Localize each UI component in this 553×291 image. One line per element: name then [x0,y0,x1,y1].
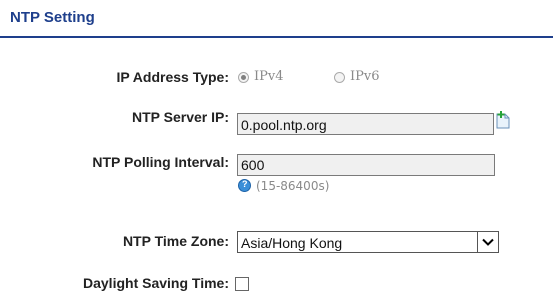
time-zone-value: Asia/Hong Kong [241,235,343,251]
add-document-icon[interactable] [494,111,512,129]
ntp-polling-interval-input[interactable]: 600 [237,154,495,176]
ipv4-radio[interactable] [238,72,249,83]
daylight-saving-checkbox[interactable] [235,277,249,291]
daylight-saving-time-label: Daylight Saving Time: [83,275,229,291]
dropdown-button[interactable] [477,232,498,252]
polling-interval-hint: (15-86400s) [256,179,330,193]
section-title: NTP Setting [10,9,95,26]
ipv4-radio-label: IPv4 [254,69,284,84]
title-divider [0,36,553,38]
ipv6-radio[interactable] [334,72,345,83]
chevron-down-icon [482,238,494,246]
ipv6-radio-label: IPv6 [350,69,380,84]
ntp-server-ip-input[interactable]: 0.pool.ntp.org [237,113,494,135]
ntp-time-zone-select[interactable]: Asia/Hong Kong [237,231,499,253]
ntp-server-ip-label: NTP Server IP: [131,109,229,125]
ntp-polling-interval-label: NTP Polling Interval: [92,154,229,170]
help-icon[interactable] [238,179,251,192]
ip-address-type-label: IP Address Type: [116,69,229,85]
ntp-time-zone-label: NTP Time Zone: [122,233,229,249]
